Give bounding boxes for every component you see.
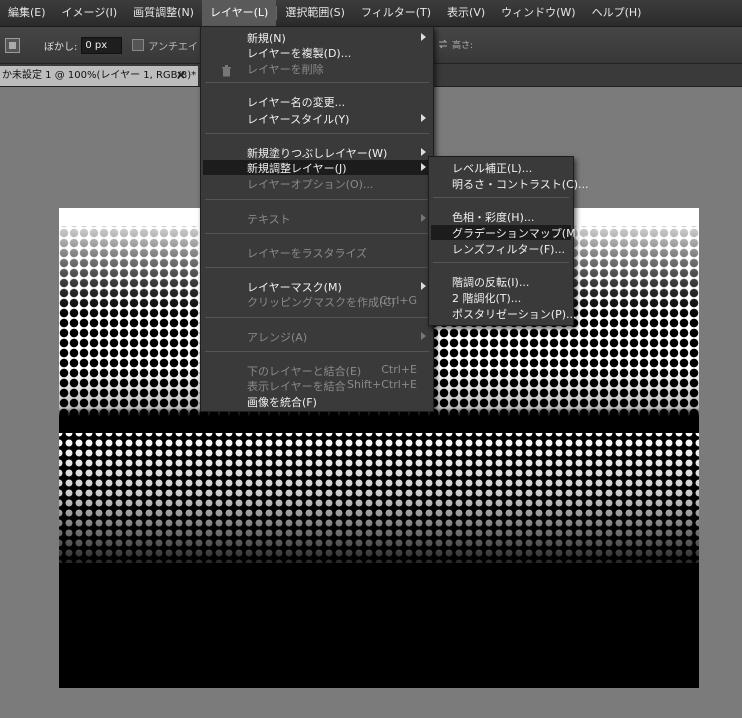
feather-label: ぼかし:: [44, 41, 78, 53]
menu-window[interactable]: ウィンドウ(W): [493, 0, 583, 26]
adjustment-layer-submenu: レベル補正(L)... 明るさ・コントラスト(C)... 色相・彩度(H)...…: [428, 156, 590, 326]
submenu-item-photo-filter[interactable]: レンズフィルター(F)...: [452, 241, 565, 257]
merge-visible-shortcut: Shift+Ctrl+E: [347, 378, 417, 391]
menu-enhance[interactable]: 画質調整(N): [125, 0, 202, 26]
submenu-arrow-icon: [421, 33, 426, 41]
submenu-arrow-icon: [421, 332, 426, 340]
menu-separator: [205, 317, 429, 318]
menu-item-merge-down[interactable]: 下のレイヤーと結合(E): [247, 363, 361, 379]
menu-item-rasterize[interactable]: レイヤーをラスタライズ: [247, 245, 367, 261]
document-tab-title: か未設定 1 @ 100%(レイヤー 1, RGB/8)*: [2, 70, 197, 81]
menu-layer[interactable]: レイヤー(L): [201, 0, 277, 26]
menu-separator: [433, 262, 569, 263]
submenu-arrow-icon: [421, 163, 426, 171]
merge-down-shortcut: Ctrl+E: [381, 363, 417, 376]
menu-image[interactable]: イメージ(I): [54, 0, 126, 26]
menu-separator: [205, 267, 429, 268]
menu-view[interactable]: 表示(V): [439, 0, 493, 26]
layer-menu-dropdown: 新規(N) レイヤーを複製(D)... レイヤーを削除 レイヤー名の変更... …: [200, 26, 434, 412]
menu-item-new[interactable]: 新規(N): [247, 30, 286, 46]
submenu-item-threshold[interactable]: 2 階調化(T)...: [452, 290, 521, 306]
menu-separator: [205, 133, 429, 134]
submenu-item-invert[interactable]: 階調の反転(I)...: [452, 274, 529, 290]
height-label: 高さ:: [452, 41, 474, 51]
document-tab[interactable]: か未設定 1 @ 100%(レイヤー 1, RGB/8)*: [0, 66, 198, 86]
submenu-item-posterize[interactable]: ポスタリゼーション(P)...: [452, 306, 577, 322]
menu-select[interactable]: 選択範囲(S): [277, 0, 353, 26]
menu-separator: [205, 199, 429, 200]
menu-item-layer-mask[interactable]: レイヤーマスク(M): [247, 279, 342, 295]
menu-item-arrange[interactable]: アレンジ(A): [247, 329, 307, 345]
menu-item-merge-visible[interactable]: 表示レイヤーを結合: [247, 378, 346, 394]
menu-filter[interactable]: フィルター(T): [353, 0, 439, 26]
menu-separator: [205, 82, 429, 83]
menu-item-new-adjustment-layer[interactable]: 新規調整レイヤー(J): [247, 160, 347, 176]
halftone-fade: [59, 433, 699, 563]
antialias-checkbox[interactable]: [132, 39, 145, 51]
trash-icon: [222, 65, 231, 77]
submenu-item-brightness-contrast[interactable]: 明るさ・コントラスト(C)...: [452, 176, 589, 192]
menu-item-layer-options[interactable]: レイヤーオプション(O)...: [247, 176, 373, 192]
swap-icon[interactable]: [438, 39, 448, 49]
selection-mode-icon[interactable]: [5, 37, 20, 53]
menu-edit[interactable]: 編集(E): [0, 0, 54, 26]
menu-item-flatten-image[interactable]: 画像を統合(F): [247, 394, 317, 410]
menu-item-duplicate-layer[interactable]: レイヤーを複製(D)...: [247, 45, 351, 61]
menu-item-rename-layer[interactable]: レイヤー名の変更...: [247, 94, 345, 110]
submenu-arrow-icon: [421, 114, 426, 122]
feather-input[interactable]: 0 px: [81, 36, 123, 54]
menu-separator: [205, 233, 429, 234]
submenu-item-gradient-map[interactable]: グラデーションマップ(M)...: [452, 225, 590, 241]
menu-help[interactable]: ヘルプ(H): [584, 0, 650, 26]
submenu-item-levels[interactable]: レベル補正(L)...: [452, 160, 532, 176]
submenu-item-hue-saturation[interactable]: 色相・彩度(H)...: [452, 209, 534, 225]
menu-item-layer-style[interactable]: レイヤースタイル(Y): [247, 111, 349, 127]
submenu-arrow-icon: [421, 214, 426, 222]
menu-item-new-fill-layer[interactable]: 新規塗りつぶしレイヤー(W): [247, 145, 387, 161]
submenu-arrow-icon: [421, 148, 426, 156]
menu-bar: 編集(E) イメージ(I) 画質調整(N) レイヤー(L) 選択範囲(S) フィ…: [0, 0, 742, 27]
close-icon[interactable]: [176, 70, 186, 80]
clipping-mask-shortcut: Ctrl+G: [379, 294, 417, 307]
menu-item-clipping-mask[interactable]: クリッピングマスクを作成(C): [247, 294, 395, 310]
menu-separator: [205, 351, 429, 352]
submenu-arrow-icon: [421, 282, 426, 290]
menu-separator: [433, 197, 569, 198]
menu-item-delete-layer[interactable]: レイヤーを削除: [247, 61, 324, 77]
menu-item-text[interactable]: テキスト: [247, 211, 291, 227]
